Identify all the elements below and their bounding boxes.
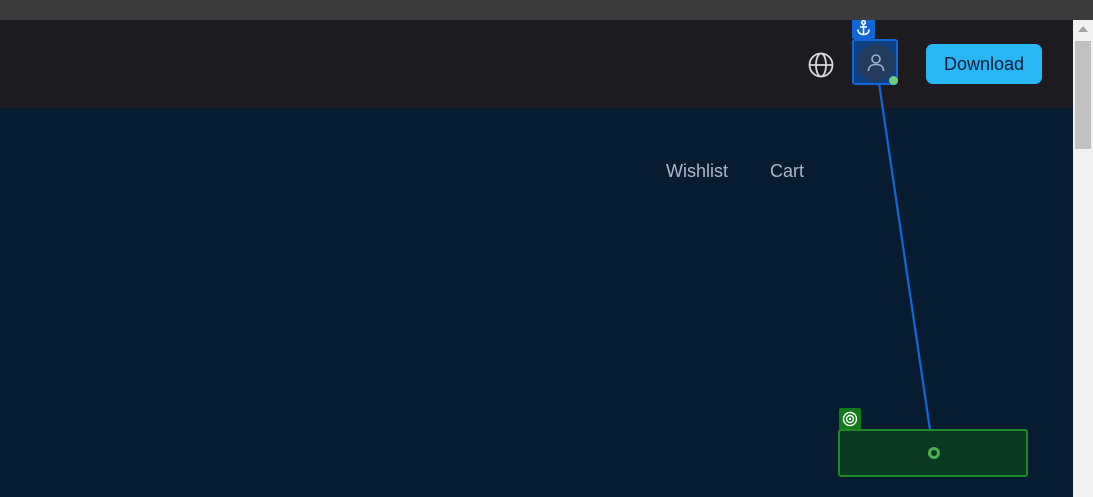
page: Download Wishlist Cart: [0, 20, 1073, 497]
site-header: Download: [0, 20, 1073, 108]
avatar: [857, 44, 898, 85]
nav-wishlist-link[interactable]: Wishlist: [666, 161, 728, 182]
download-button[interactable]: Download: [926, 44, 1042, 84]
globe-icon[interactable]: [807, 51, 835, 79]
target-icon: [839, 408, 861, 430]
scroll-up-arrow-icon[interactable]: [1078, 26, 1088, 32]
online-status-dot: [889, 76, 898, 85]
target-marker: [928, 447, 940, 459]
anchor-icon: [852, 20, 875, 39]
user-icon: [867, 54, 885, 72]
vertical-scrollbar[interactable]: [1073, 20, 1093, 497]
scroll-thumb[interactable]: [1075, 41, 1091, 149]
nav-cart-link[interactable]: Cart: [770, 161, 804, 182]
browser-top-bar: [0, 0, 1093, 20]
avatar-button[interactable]: [852, 39, 898, 85]
drop-target-box[interactable]: [838, 429, 1028, 477]
